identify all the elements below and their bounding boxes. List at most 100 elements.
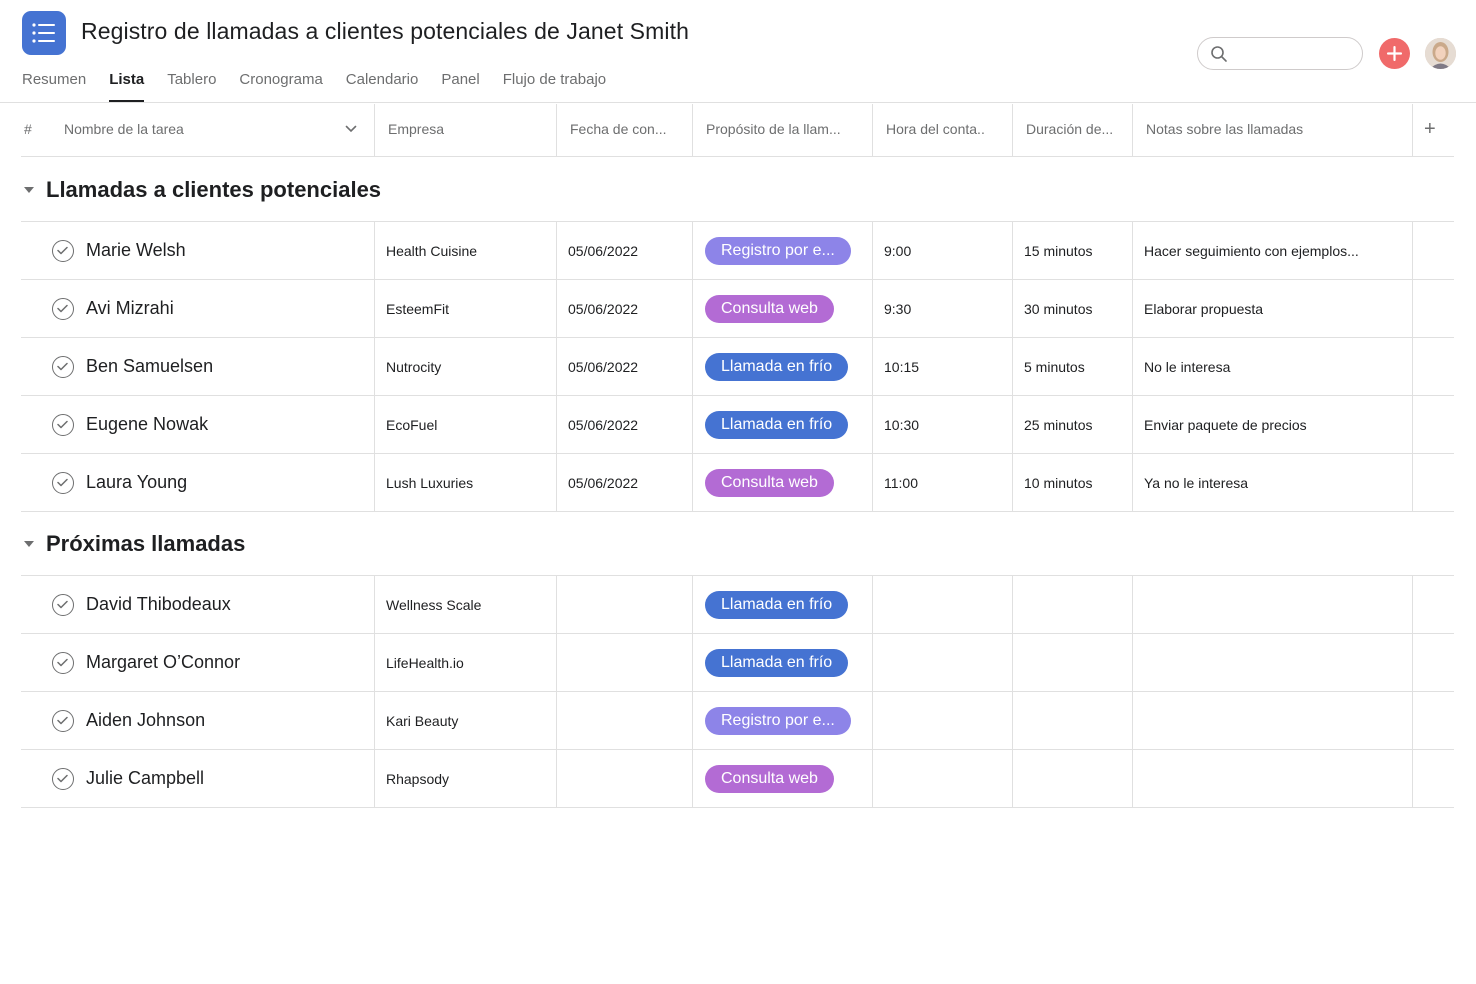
time-cell[interactable]: 10:30 [884,396,1009,453]
time-cell[interactable]: 11:00 [884,454,1009,511]
purpose-tag[interactable]: Llamada en frío [705,353,849,381]
time-cell[interactable]: 10:15 [884,338,1009,395]
purpose-tag[interactable]: Consulta web [705,765,834,793]
task-name-cell[interactable]: Avi Mizrahi [52,280,367,337]
search-input[interactable] [1197,37,1363,70]
add-column-button[interactable]: + [1424,104,1444,157]
time-cell[interactable] [884,692,1009,749]
task-name[interactable]: Aiden Johnson [86,710,205,731]
purpose-cell[interactable]: Consulta web [705,750,869,807]
task-name[interactable]: David Thibodeaux [86,594,231,615]
check-circle-icon[interactable] [52,355,74,378]
purpose-cell[interactable]: Llamada en frío [705,338,869,395]
time-cell[interactable] [884,634,1009,691]
duration-cell[interactable] [1024,634,1129,691]
purpose-cell[interactable]: Llamada en frío [705,396,869,453]
tab-lista[interactable]: Lista [109,64,145,102]
avatar[interactable] [1425,38,1456,69]
duration-cell[interactable]: 30 minutos [1024,280,1129,337]
company-cell[interactable]: Nutrocity [386,338,551,395]
duration-cell[interactable]: 5 minutos [1024,338,1129,395]
date-cell[interactable] [568,750,688,807]
company-cell[interactable]: Health Cuisine [386,222,551,279]
notes-cell[interactable] [1144,634,1406,691]
task-name[interactable]: Ben Samuelsen [86,356,213,377]
date-cell[interactable] [568,692,688,749]
task-name[interactable]: Julie Campbell [86,768,204,789]
company-cell[interactable]: Rhapsody [386,750,551,807]
notes-cell[interactable]: Enviar paquete de precios [1144,396,1406,453]
time-cell[interactable] [884,576,1009,633]
check-circle-icon[interactable] [52,767,74,790]
column-header-time[interactable]: Hora del conta.. [886,104,1008,157]
task-name-cell[interactable]: Eugene Nowak [52,396,367,453]
purpose-tag[interactable]: Registro por e... [705,237,851,265]
company-cell[interactable]: EcoFuel [386,396,551,453]
tab-panel[interactable]: Panel [441,64,479,102]
task-name-cell[interactable]: Julie Campbell [52,750,367,807]
purpose-cell[interactable]: Llamada en frío [705,576,869,633]
duration-cell[interactable] [1024,750,1129,807]
time-cell[interactable]: 9:00 [884,222,1009,279]
duration-cell[interactable]: 15 minutos [1024,222,1129,279]
check-circle-icon[interactable] [52,593,74,616]
date-cell[interactable]: 05/06/2022 [568,280,688,337]
purpose-tag[interactable]: Llamada en frío [705,649,849,677]
page-title[interactable]: Registro de llamadas a clientes potencia… [81,18,689,45]
tab-flujo-de-trabajo[interactable]: Flujo de trabajo [503,64,606,102]
column-header-duration[interactable]: Duración de... [1026,104,1130,157]
duration-cell[interactable]: 25 minutos [1024,396,1129,453]
date-cell[interactable] [568,634,688,691]
company-cell[interactable]: Wellness Scale [386,576,551,633]
task-name-cell[interactable]: Marie Welsh [52,222,367,279]
column-header-task-name[interactable]: Nombre de la tarea [64,104,334,157]
column-header-purpose[interactable]: Propósito de la llam... [706,104,868,157]
check-circle-icon[interactable] [52,239,74,262]
tab-resumen[interactable]: Resumen [22,64,86,102]
notes-cell[interactable] [1144,576,1406,633]
tab-calendario[interactable]: Calendario [346,64,419,102]
date-cell[interactable] [568,576,688,633]
time-cell[interactable]: 9:30 [884,280,1009,337]
time-cell[interactable] [884,750,1009,807]
purpose-tag[interactable]: Registro por e... [705,707,851,735]
notes-cell[interactable] [1144,750,1406,807]
duration-cell[interactable] [1024,692,1129,749]
tab-tablero[interactable]: Tablero [167,64,216,102]
tab-cronograma[interactable]: Cronograma [239,64,322,102]
check-circle-icon[interactable] [52,413,74,436]
purpose-tag[interactable]: Consulta web [705,469,834,497]
column-header-notes[interactable]: Notas sobre las llamadas [1146,104,1406,157]
company-cell[interactable]: Kari Beauty [386,692,551,749]
purpose-cell[interactable]: Consulta web [705,454,869,511]
duration-cell[interactable] [1024,576,1129,633]
task-name[interactable]: Avi Mizrahi [86,298,174,319]
check-circle-icon[interactable] [52,297,74,320]
task-name-cell[interactable]: Aiden Johnson [52,692,367,749]
purpose-tag[interactable]: Consulta web [705,295,834,323]
purpose-cell[interactable]: Registro por e... [705,222,869,279]
notes-cell[interactable]: Elaborar propuesta [1144,280,1406,337]
task-name-cell[interactable]: Ben Samuelsen [52,338,367,395]
purpose-cell[interactable]: Llamada en frío [705,634,869,691]
project-list-icon[interactable] [22,11,66,55]
task-name-cell[interactable]: Margaret O’Connor [52,634,367,691]
date-cell[interactable]: 05/06/2022 [568,338,688,395]
task-name[interactable]: Margaret O’Connor [86,652,240,673]
notes-cell[interactable] [1144,692,1406,749]
task-name[interactable]: Eugene Nowak [86,414,208,435]
task-name-cell[interactable]: David Thibodeaux [52,576,367,633]
chevron-down-icon[interactable] [345,125,357,133]
add-button[interactable] [1379,38,1410,69]
task-name[interactable]: Marie Welsh [86,240,186,261]
section-header[interactable]: Próximas llamadas [22,529,245,559]
caret-down-icon[interactable] [24,541,34,547]
company-cell[interactable]: LifeHealth.io [386,634,551,691]
column-header-company[interactable]: Empresa [388,104,548,157]
purpose-tag[interactable]: Llamada en frío [705,591,849,619]
task-name-cell[interactable]: Laura Young [52,454,367,511]
column-header-date[interactable]: Fecha de con... [570,104,688,157]
check-circle-icon[interactable] [52,651,74,674]
purpose-cell[interactable]: Consulta web [705,280,869,337]
company-cell[interactable]: Lush Luxuries [386,454,551,511]
